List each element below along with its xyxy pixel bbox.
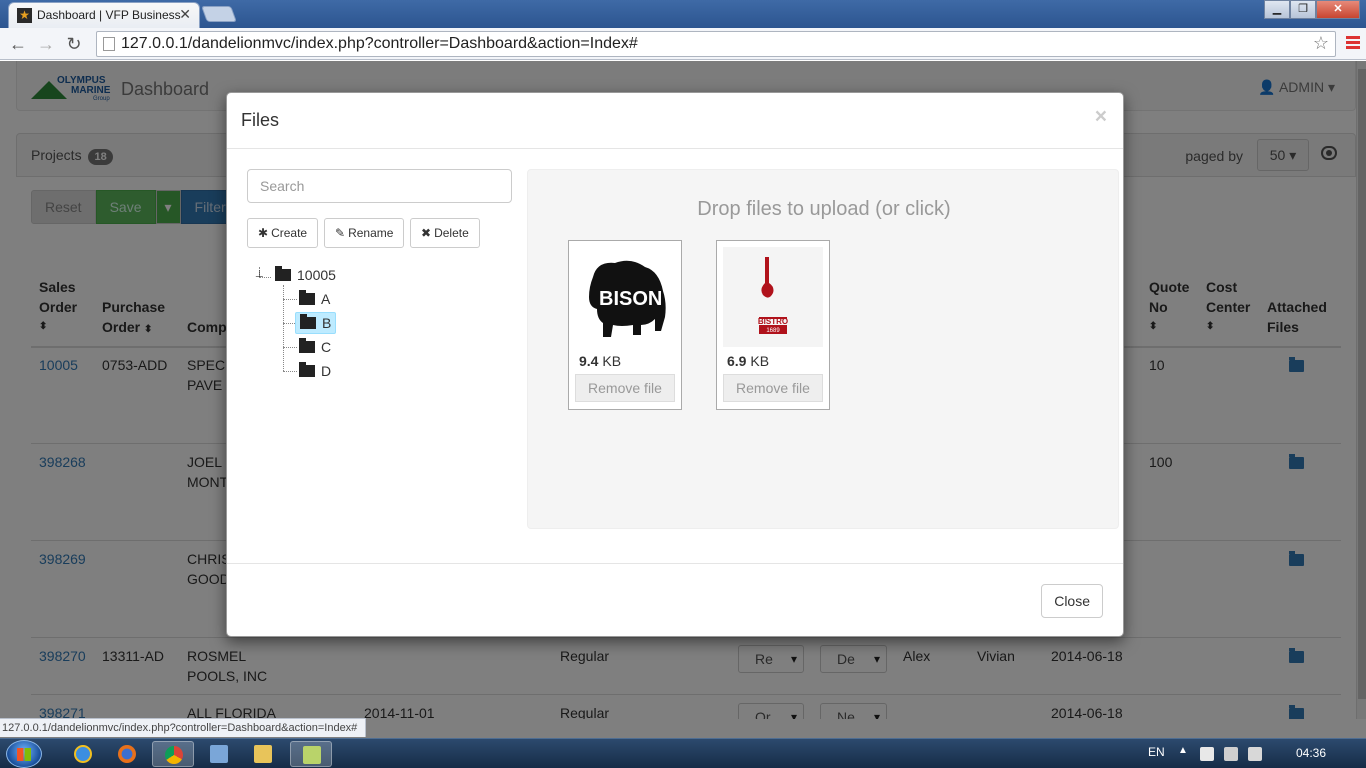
delete-button[interactable]: ✖ Delete — [410, 218, 480, 248]
notepad-taskbar-button[interactable] — [290, 741, 332, 767]
firefox-icon — [118, 745, 136, 763]
tree-node-d[interactable]: D — [299, 361, 331, 381]
firefox-taskbar-button[interactable] — [106, 741, 148, 767]
address-bar[interactable]: 127.0.0.1/dandelionmvc/index.php?control… — [96, 31, 1336, 57]
show-hidden-icons-icon[interactable]: ▲ — [1178, 745, 1188, 756]
modal-title: Files — [241, 110, 280, 130]
pencil-icon: ✎ — [335, 226, 346, 240]
folder-icon — [299, 338, 315, 353]
window-close-button[interactable]: ✕ — [1316, 0, 1360, 19]
language-indicator[interactable]: EN — [1148, 745, 1165, 759]
modal-footer: Close — [227, 563, 1123, 637]
folder-icon — [299, 290, 315, 305]
browser-titlebar: ★ Dashboard | VFP Business ✕ ▁ ❐ ✕ — [0, 0, 1366, 28]
browser-toolbar: ← → ↻ 127.0.0.1/dandelionmvc/index.php?c… — [0, 28, 1366, 60]
file-dropzone[interactable]: Drop files to upload (or click) BISON 9.… — [527, 169, 1119, 529]
tree-toggle-icon[interactable]: ⊥ — [255, 265, 264, 285]
file-preview: BISTRO 1689 6.9 KB Remove file — [716, 240, 830, 410]
url-text: 127.0.0.1/dandelionmvc/index.php?control… — [121, 35, 638, 52]
reload-icon[interactable]: ↻ — [62, 32, 86, 56]
remove-icon: ✖ — [421, 226, 432, 240]
folder-icon — [254, 745, 272, 763]
bison-logo-image: BISON — [575, 247, 675, 347]
new-tab-button[interactable] — [201, 6, 237, 22]
browser-status-bar: 127.0.0.1/dandelionmvc/index.php?control… — [0, 718, 367, 737]
file-size: 9.4 KB — [579, 353, 622, 369]
tree-node-a[interactable]: A — [299, 289, 330, 309]
notepad-icon — [303, 746, 321, 764]
files-modal: Files × ✱Create ✎Rename ✖Delete ⊥ 10005 … — [226, 92, 1124, 637]
asterisk-icon: ✱ — [258, 226, 269, 240]
dropzone-message: Drop files to upload (or click) — [697, 198, 951, 220]
modal-close-icon[interactable]: × — [1095, 105, 1107, 129]
system-clock[interactable]: 04:36 — [1296, 746, 1326, 760]
modal-header: Files × — [227, 93, 1123, 149]
search-input[interactable] — [247, 169, 512, 203]
minimize-button[interactable]: ▁ — [1264, 0, 1290, 19]
remove-file-button[interactable]: Remove file — [723, 374, 823, 402]
virtualbox-taskbar-button[interactable] — [198, 741, 240, 767]
page-icon — [103, 37, 115, 51]
start-button[interactable] — [6, 740, 42, 768]
file-preview: BISON 9.4 KB Remove file — [568, 240, 682, 410]
folder-icon — [300, 314, 316, 329]
windows-taskbar: EN ▲ 04:36 — [0, 738, 1366, 768]
browser-menu-icon[interactable] — [1346, 36, 1360, 50]
folder-icon — [299, 362, 315, 377]
window-controls: ▁ ❐ ✕ — [1264, 0, 1360, 19]
svg-text:BISON: BISON — [599, 288, 662, 310]
tree-node-c[interactable]: C — [299, 337, 331, 357]
star-favicon-icon: ★ — [17, 8, 32, 23]
bistro-logo-image: BISTRO 1689 — [723, 247, 823, 347]
bookmark-star-icon[interactable]: ☆ — [1313, 33, 1329, 54]
maximize-button[interactable]: ❐ — [1290, 0, 1316, 19]
browser-tab[interactable]: ★ Dashboard | VFP Business ✕ — [8, 2, 200, 28]
tab-close-icon[interactable]: ✕ — [179, 6, 191, 23]
chrome-taskbar-button[interactable] — [152, 741, 194, 767]
close-button[interactable]: Close — [1041, 584, 1103, 618]
explorer-taskbar-button[interactable] — [242, 741, 284, 767]
volume-icon[interactable] — [1248, 747, 1262, 761]
folder-tree: ⊥ 10005 A B C D — [253, 263, 503, 403]
svg-text:1689: 1689 — [766, 328, 780, 334]
back-icon[interactable]: ← — [6, 32, 30, 56]
ie-taskbar-button[interactable] — [62, 741, 104, 767]
tree-node-root[interactable]: 10005 — [275, 265, 336, 285]
internet-explorer-icon — [74, 745, 92, 763]
tree-node-b[interactable]: B — [295, 312, 337, 334]
forward-icon[interactable]: → — [34, 32, 58, 56]
action-center-icon[interactable] — [1200, 747, 1214, 761]
svg-text:BISTRO: BISTRO — [758, 317, 788, 326]
rename-button[interactable]: ✎ Rename — [324, 218, 405, 248]
cube-icon — [210, 745, 228, 763]
network-icon[interactable] — [1224, 747, 1238, 761]
file-size: 6.9 KB — [727, 353, 770, 369]
remove-file-button[interactable]: Remove file — [575, 374, 675, 402]
create-button[interactable]: ✱ Create — [247, 218, 319, 248]
folder-icon — [275, 266, 291, 281]
chrome-icon — [165, 746, 183, 764]
tab-title: Dashboard | VFP Business — [37, 8, 181, 22]
